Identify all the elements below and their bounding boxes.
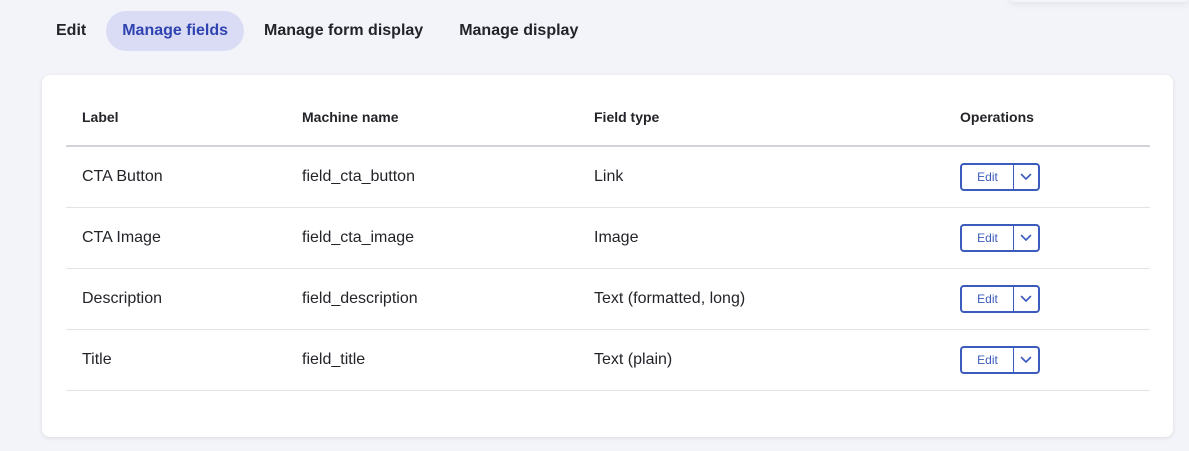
field-machine-name: field_cta_button [286, 146, 578, 208]
operations-dropbutton: Edit [960, 163, 1040, 191]
operations-toggle-button[interactable] [1013, 287, 1038, 311]
operations-dropbutton: Edit [960, 285, 1040, 313]
edit-button[interactable]: Edit [962, 165, 1013, 189]
operations-toggle-button[interactable] [1013, 348, 1038, 372]
operations-cell: Edit [944, 329, 1150, 391]
chevron-down-icon [1020, 295, 1032, 302]
chevron-down-icon [1020, 356, 1032, 363]
tab-manage-display[interactable]: Manage display [443, 11, 594, 51]
header-field-type: Field type [578, 89, 944, 147]
primary-tabs: Edit Manage fields Manage form display M… [40, 11, 598, 51]
fields-table: Label Machine name Field type Operations… [66, 89, 1150, 391]
field-type: Link [578, 146, 944, 208]
field-label: CTA Image [66, 207, 286, 269]
table-row: Title field_title Text (plain) Edit [66, 329, 1150, 391]
header-operations: Operations [944, 89, 1150, 147]
table-row: Description field_description Text (form… [66, 268, 1150, 330]
field-label: CTA Button [66, 146, 286, 208]
field-type: Image [578, 207, 944, 269]
edit-button[interactable]: Edit [962, 226, 1013, 250]
field-label: Title [66, 329, 286, 391]
operations-toggle-button[interactable] [1013, 165, 1038, 189]
header-machine-name: Machine name [286, 89, 578, 147]
header-label: Label [66, 89, 286, 147]
chevron-down-icon [1020, 173, 1032, 180]
edit-button[interactable]: Edit [962, 348, 1013, 372]
fields-card: Label Machine name Field type Operations… [42, 75, 1173, 437]
field-machine-name: field_title [286, 329, 578, 391]
table-header-row: Label Machine name Field type Operations [66, 89, 1150, 147]
operations-cell: Edit [944, 146, 1150, 208]
tab-edit[interactable]: Edit [40, 11, 102, 51]
operations-cell: Edit [944, 207, 1150, 269]
operations-dropbutton: Edit [960, 346, 1040, 374]
edit-button[interactable]: Edit [962, 287, 1013, 311]
top-right-shadow [1010, 0, 1189, 2]
field-label: Description [66, 268, 286, 330]
operations-cell: Edit [944, 268, 1150, 330]
table-row: CTA Button field_cta_button Link Edit [66, 146, 1150, 208]
field-type: Text (formatted, long) [578, 268, 944, 330]
tab-manage-form-display[interactable]: Manage form display [248, 11, 439, 51]
tab-manage-fields[interactable]: Manage fields [106, 11, 245, 51]
field-type: Text (plain) [578, 329, 944, 391]
operations-toggle-button[interactable] [1013, 226, 1038, 250]
table-row: CTA Image field_cta_image Image Edit [66, 207, 1150, 269]
field-machine-name: field_cta_image [286, 207, 578, 269]
chevron-down-icon [1020, 234, 1032, 241]
operations-dropbutton: Edit [960, 224, 1040, 252]
field-machine-name: field_description [286, 268, 578, 330]
